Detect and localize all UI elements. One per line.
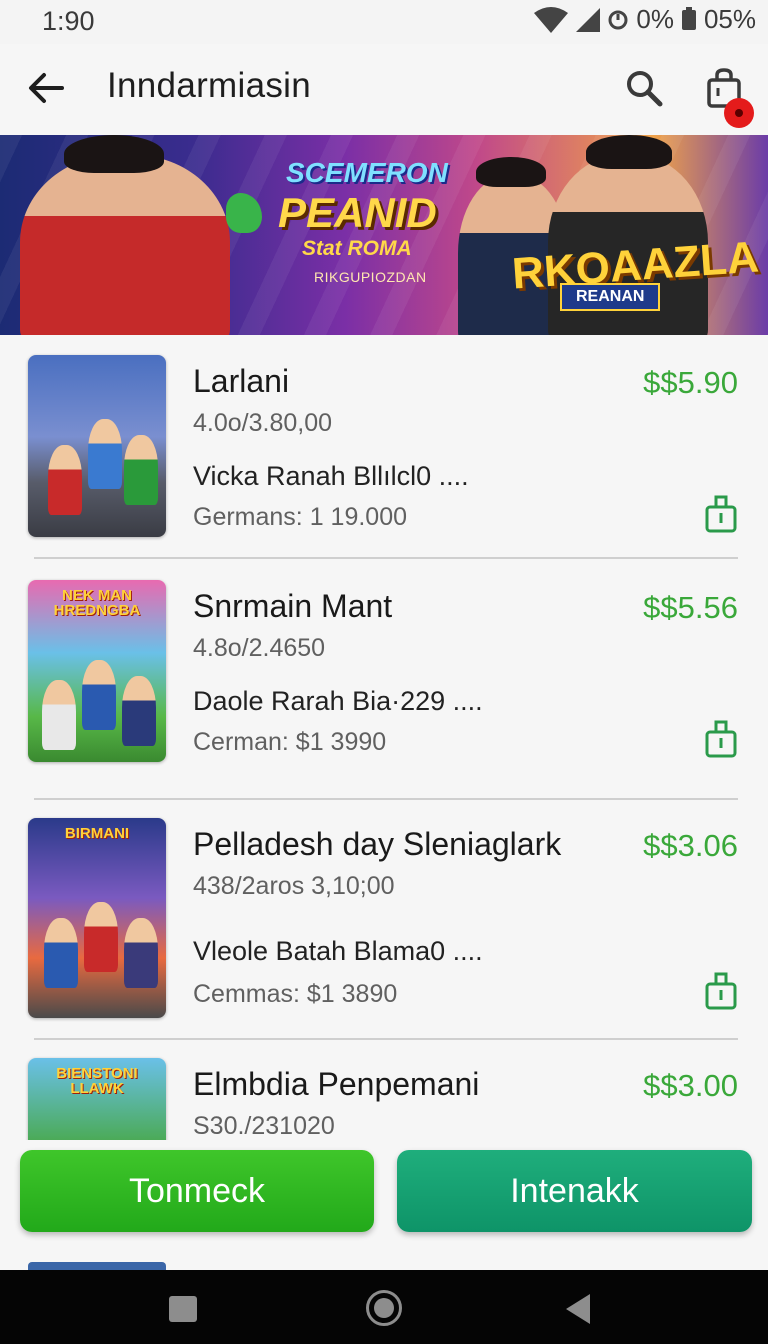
banner-caption: RIKGUPIOZDAN (314, 269, 427, 285)
banner-title-line2: PEANID (278, 189, 437, 236)
banner-character-left (20, 155, 230, 335)
home-icon[interactable] (366, 1290, 402, 1326)
game-meta: Germans: 1 19.000 (193, 503, 408, 531)
search-icon[interactable] (624, 68, 664, 108)
share-icon[interactable] (704, 970, 738, 1010)
app-bar: Inndarmiasin (0, 44, 768, 134)
thumbnail-logo: BIRMANI (64, 825, 130, 842)
banner-character-hair (64, 135, 164, 173)
game-price: $$5.56 (643, 590, 738, 625)
game-title: Elmbdia Penpemani (193, 1066, 480, 1102)
list-item[interactable]: NEK MAN HREDNGBA Snrmain Mant $$5.56 4.8… (0, 570, 768, 808)
game-price: $$3.00 (643, 1068, 738, 1103)
list-item[interactable]: BIENSTONI LLAWK Elmbdia Penpemani $$3.00… (0, 1048, 768, 1140)
divider (34, 798, 738, 800)
status-bar: 1:90 0% 05% (0, 0, 768, 44)
banner-character-hair (476, 157, 546, 187)
game-description: Daole Rarah Bia·229 .... (193, 686, 483, 716)
back-arrow-icon[interactable] (26, 68, 66, 108)
data-label: 0% (636, 4, 674, 34)
game-price: $$3.06 (643, 828, 738, 863)
next-item-peek (28, 1262, 166, 1270)
primary-action-button[interactable]: Tonmeck (20, 1150, 374, 1232)
data-saver-icon (608, 10, 628, 29)
signal-icon (576, 7, 601, 32)
divider (34, 557, 738, 559)
game-list: Larlani $$5.90 4.0o/3.80,00 Vicka Ranah … (0, 345, 768, 1140)
game-title: Snrmain Mant (193, 588, 393, 624)
game-price: $$5.90 (643, 365, 738, 400)
thumbnail-logo: BIENSTONI LLAWK (56, 1065, 138, 1097)
banner-character-hair (586, 135, 672, 169)
share-icon[interactable] (704, 493, 738, 533)
status-time: 1:90 (42, 6, 95, 36)
list-item[interactable]: Larlani $$5.90 4.0o/3.80,00 Vicka Ranah … (0, 345, 768, 583)
share-icon[interactable] (704, 718, 738, 758)
wifi-icon (534, 6, 569, 33)
secondary-action-button[interactable]: Intenakk (397, 1150, 752, 1232)
system-nav-bar (0, 1270, 768, 1344)
game-rating: 438/2aros 3,10;00 (193, 872, 395, 900)
game-meta: Cerman: $1 3990 (193, 728, 387, 756)
banner-subtitle: Stat ROMA (302, 237, 412, 260)
game-thumbnail[interactable]: NEK MAN HREDNGBA (28, 580, 166, 762)
game-meta: Cemmas: $1 3890 (193, 980, 398, 1008)
game-rating: 4.0o/3.80,00 (193, 409, 333, 437)
game-thumbnail[interactable] (28, 355, 166, 537)
game-description: Vleole Batah Blama0 .... (193, 936, 483, 966)
battery-percent: 05% (703, 4, 756, 34)
recents-icon[interactable] (169, 1296, 197, 1322)
status-icons: 0% 05% (534, 4, 756, 35)
game-title: Larlani (193, 363, 290, 399)
game-rating: 4.8o/2.4650 (193, 634, 326, 662)
banner-game-badge: REANAN (560, 283, 661, 311)
divider (34, 1038, 738, 1040)
game-description: Vicka Ranah Bllılcl0 .... (193, 461, 469, 491)
page-title: Inndarmiasin (107, 66, 311, 105)
game-thumbnail[interactable]: BIENSTONI LLAWK (28, 1058, 166, 1140)
game-title: Pelladesh day Sleniaglark (193, 826, 562, 862)
back-nav-icon[interactable] (566, 1294, 590, 1324)
notification-badge (724, 98, 754, 128)
banner-title-line1: SCEMERON (286, 157, 448, 188)
game-thumbnail[interactable]: BIRMANI (28, 818, 166, 1018)
list-item[interactable]: BIRMANI Pelladesh day Sleniaglark $$3.06… (0, 808, 768, 1046)
promo-banner[interactable]: SCEMERON PEANID Stat ROMA RIKGUPIOZDAN R… (0, 135, 768, 335)
thumbnail-logo: NEK MAN HREDNGBA (53, 587, 141, 619)
game-rating: S30./231020 (193, 1112, 335, 1140)
battery-icon (681, 6, 696, 30)
